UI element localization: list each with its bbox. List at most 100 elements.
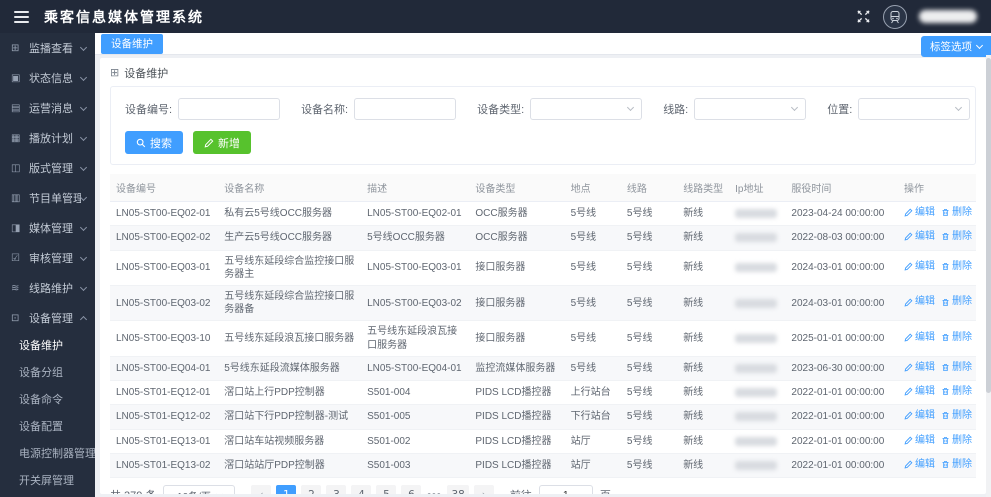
page-scrollbar[interactable] [986,55,991,497]
edit-link[interactable]: 编辑 [904,434,935,447]
delete-link[interactable]: 删除 [941,260,972,273]
filter-device-name-input[interactable] [354,98,457,120]
add-button-label: 新增 [218,137,240,150]
tag-options-button[interactable]: 标签选项 [921,36,991,57]
edit-link[interactable]: 编辑 [904,409,935,422]
ip-redacted [735,209,778,219]
delete-label: 删除 [952,331,972,343]
edit-link[interactable]: 编辑 [904,361,935,374]
delete-link[interactable]: 删除 [941,206,972,219]
edit-link[interactable]: 编辑 [904,331,935,344]
delete-link[interactable]: 删除 [941,295,972,308]
edit-icon [904,208,913,217]
table-row: LN05-ST01-EQ12-01 滘口站上行PDP控制器 S501-004 PIDS… [110,380,976,406]
jump-page-input[interactable] [538,485,593,494]
page-button-5[interactable]: 5 [376,485,397,494]
sidebar-item-audit-mgmt[interactable]: ☑ 审核管理 [0,243,95,273]
edit-link[interactable]: 编辑 [904,206,935,219]
page-button-6[interactable]: 6 [401,485,422,494]
table-row: LN05-ST01-EQ13-02 滘口站站厅PDP控制器 S501-003 PIDS… [110,453,976,479]
edit-icon [904,436,913,445]
delete-link[interactable]: 删除 [941,434,972,447]
pencil-icon [204,138,214,147]
table-row: LN05-ST01-EQ13-01 滘口站车站视频服务器 S501-002 PIDS … [110,429,976,454]
user-avatar[interactable] [883,4,907,29]
sidebar-item-program-list-mgmt[interactable]: ▥ 节目单管理 [0,183,95,213]
page-size-select[interactable]: 10条/页 [163,485,236,494]
cell-service-time: 2022-01-01 00:00:00 [785,380,898,406]
sidebar-menu: ⊞ 监播查看 ▣ 状态信息 ▤ 运营消息 ▦ 播放计划 ◫ 版式管理 ▥ 节目单管理 ◨ 媒体管理 ☑ 审核管… [0,33,95,495]
chevron-down-icon [79,103,88,111]
page-button-38[interactable]: 38 [447,485,469,494]
edit-link[interactable]: 编辑 [904,385,935,398]
delete-link[interactable]: 删除 [941,385,972,398]
filter-device-no-input[interactable] [178,98,281,120]
sidebar-item-play-plan[interactable]: ▦ 播放计划 [0,123,95,153]
sidebar-subitem-device-group[interactable]: 设备分组 [0,360,95,387]
document-icon: ▤ [11,102,21,114]
cell-desc: S501-002 [361,429,470,454]
username-redacted[interactable] [919,10,977,23]
edit-icon [904,387,913,396]
cell-no: LN05-ST00-EQ02-02 [110,225,219,251]
fullscreen-icon[interactable] [856,9,871,24]
sidebar-subitem-power-controller-mgmt[interactable]: 电源控制器管理 [0,441,95,468]
device-table: 设备编号 设备名称 描述 设备类型 地点 线路 线路类型 Ip地址 服役时间 操作 LN05-ST… [110,174,976,479]
pagination: 共 379 条 10条/页 ‹ 123456 ••• 38 › 前往 页 [110,478,976,494]
sidebar-item-device-mgmt[interactable]: ⊡ 设备管理 [0,303,95,333]
cell-line: 5号线 [620,356,678,381]
edit-link[interactable]: 编辑 [904,458,935,471]
page-button-3[interactable]: 3 [326,485,347,494]
page-button-4[interactable]: 4 [351,485,372,494]
filter-position-select[interactable] [858,98,971,120]
edit-link[interactable]: 编辑 [904,260,935,273]
sidebar-item-monitor-view[interactable]: ⊞ 监播查看 [0,33,95,63]
prev-page-button[interactable]: ‹ [251,485,272,494]
sidebar-subitem-switch-screen-mgmt[interactable]: 开关屏管理 [0,468,95,495]
sidebar-item-media-mgmt[interactable]: ◨ 媒体管理 [0,213,95,243]
cell-name: 五号线东延段浪瓦接口服务器 [218,320,362,357]
add-button[interactable]: 新增 [193,131,251,154]
sidebar-item-status-info[interactable]: ▣ 状态信息 [0,63,95,93]
edit-link[interactable]: 编辑 [904,230,935,243]
sidebar-subitem-device-config[interactable]: 设备配置 [0,414,95,441]
cell-place: 5号线 [564,320,621,357]
cell-type: PIDS LCD播控器 [469,404,565,430]
next-page-button[interactable]: › [473,485,494,494]
filter-device-type-select[interactable] [530,98,643,120]
cell-ip [729,356,786,381]
cell-desc: LN05-ST00-EQ03-01 [361,250,470,286]
sidebar-subitem-device-maintenance[interactable]: 设备维护 [0,333,95,360]
column-header: 服役时间 [785,174,898,202]
delete-link[interactable]: 删除 [941,230,972,243]
search-button[interactable]: 搜索 [125,131,183,154]
cell-no: LN05-ST00-EQ04-01 [110,356,219,381]
delete-label: 删除 [952,458,972,470]
column-header: 设备类型 [469,174,565,202]
delete-link[interactable]: 删除 [941,361,972,374]
menu-toggle-icon[interactable] [14,10,29,23]
filter-line-select[interactable] [694,98,807,120]
sidebar-item-layout-mgmt[interactable]: ◫ 版式管理 [0,153,95,183]
sidebar-subitem-device-command[interactable]: 设备命令 [0,387,95,414]
delete-link[interactable]: 删除 [941,331,972,344]
delete-link[interactable]: 删除 [941,409,972,422]
table-row: LN05-ST00-EQ04-01 5号线东延段流媒体服务器 LN05-ST00-E… [110,356,976,381]
ip-redacted [735,298,778,308]
cell-line: 5号线 [620,320,678,357]
tab-device-maintenance[interactable]: 设备维护 [101,33,163,54]
page-button-2[interactable]: 2 [301,485,322,494]
sidebar-item-operation-news[interactable]: ▤ 运营消息 [0,93,95,123]
sidebar: ⊞ 监播查看 ▣ 状态信息 ▤ 运营消息 ▦ 播放计划 ◫ 版式管理 ▥ 节目单管理 ◨ 媒体管理 ☑ 审核管… [0,33,95,497]
scrollbar-thumb[interactable] [986,58,991,393]
lines-icon: ≋ [11,282,20,294]
delete-link[interactable]: 删除 [941,458,972,471]
train-icon [890,10,900,23]
cell-ip [729,225,786,251]
page-button-1[interactable]: 1 [276,485,297,494]
sidebar-item-line-maintenance[interactable]: ≋ 线路维护 [0,273,95,303]
edit-label: 编辑 [915,361,935,373]
sidebar-item-label: 状态信息 [29,73,73,85]
edit-link[interactable]: 编辑 [904,295,935,308]
cell-type: PIDS LCD播控器 [469,453,565,479]
